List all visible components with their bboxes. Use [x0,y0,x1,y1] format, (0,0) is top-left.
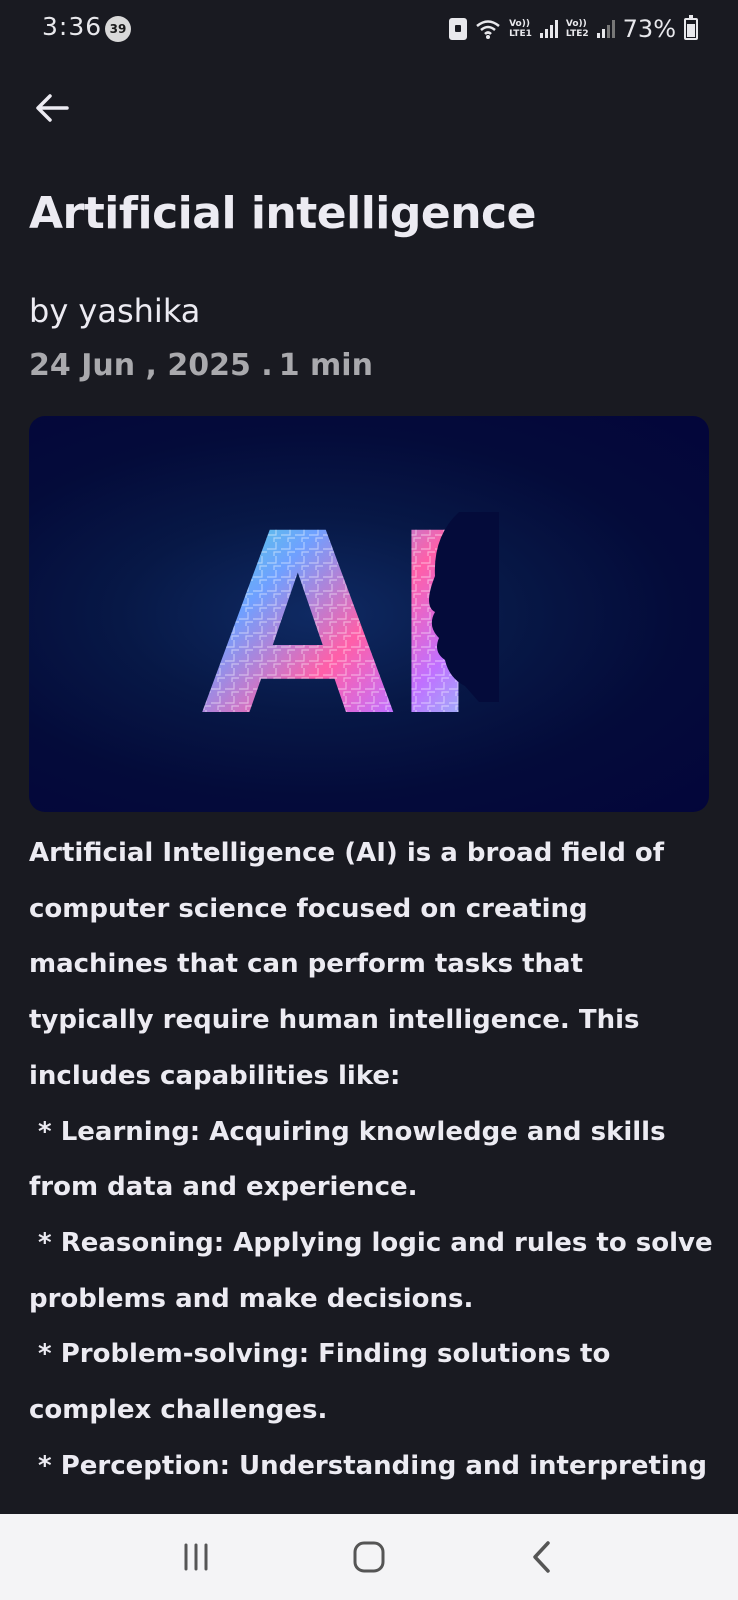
system-nav-bar [0,1514,738,1600]
network-1-lte: LTE1 [509,29,532,39]
status-bar: 3:36 39 Vo)) LTE1 Vo)) LTE2 73% [0,0,738,58]
arrow-left-icon [36,94,69,122]
body-line: * Learning: Acquiring knowledge and skil… [29,1116,666,1147]
chevron-left-icon [532,1541,550,1573]
home-button[interactable] [334,1527,404,1587]
body-line: typically require human intelligence. Th… [29,1005,640,1036]
recent-apps-button[interactable] [161,1527,231,1587]
status-time: 3:36 [42,12,103,41]
network-1-label: Vo)) LTE1 [509,19,532,39]
body-line: from data and experience. [29,1172,418,1203]
sim-card-icon [449,18,468,40]
notification-count-badge: 39 [105,16,131,42]
article-meta: 24 Jun , 2025 . 1 min [29,348,373,383]
body-line: complex challenges. [29,1395,328,1426]
body-line: problems and make decisions. [29,1283,474,1314]
signal-1-icon [539,20,558,38]
signal-2-icon [596,20,615,38]
body-line: includes capabilities like: [29,1060,401,1091]
article-read-time: 1 min [278,348,373,383]
battery-icon [684,15,698,40]
body-line: * Problem-solving: Finding solutions to [29,1339,611,1370]
screen: 3:36 39 Vo)) LTE1 Vo)) LTE2 73% Artifici… [0,0,738,1600]
nav-back-button[interactable] [507,1527,577,1587]
ai-logo-image: AI AI [201,480,499,771]
network-2-lte: LTE2 [565,29,589,39]
network-2-vo: Vo)) [565,19,587,29]
article-hero-image: AI AI [29,416,709,812]
body-line: Artificial Intelligence (AI) is a broad … [29,838,665,868]
article-body: Artificial Intelligence (AI) is a broad … [29,826,719,1494]
wifi-icon [476,20,500,39]
body-line: computer science focused on creating [29,893,588,924]
home-icon [353,1541,385,1573]
article-title: Artificial intelligence [29,188,536,239]
article-date: 24 Jun , 2025 . [29,348,273,383]
article-author: by yashika [29,292,201,330]
status-icons: Vo)) LTE1 Vo)) LTE2 73% [449,12,698,46]
battery-percent: 73% [622,15,676,43]
body-line: * Reasoning: Applying logic and rules to… [29,1227,713,1258]
body-line: * Perception: Understanding and interpre… [29,1450,707,1481]
body-line: machines that can perform tasks that [29,949,584,980]
network-2-label: Vo)) LTE2 [566,19,589,39]
network-1-vo: Vo)) [509,19,530,29]
back-button[interactable] [28,84,76,132]
recent-apps-icon [184,1543,208,1571]
